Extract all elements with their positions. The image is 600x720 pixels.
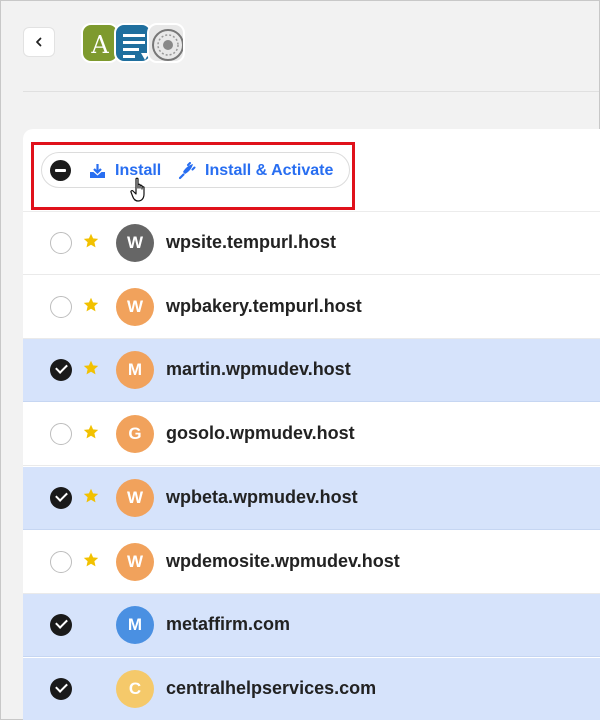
site-row[interactable]: Mmetaffirm.com	[23, 594, 600, 658]
star-icon[interactable]	[83, 297, 99, 313]
site-avatar: M	[116, 351, 154, 390]
site-row[interactable]: Wwpsite.tempurl.host	[23, 212, 600, 275]
row-checkbox[interactable]	[50, 359, 72, 382]
deselect-all-toggle[interactable]	[50, 160, 71, 181]
star-icon[interactable]	[83, 233, 99, 249]
bulk-actions-bar: Install Install & Activate	[41, 152, 350, 188]
star-icon[interactable]	[83, 424, 99, 440]
site-name: wpdemosite.wpmudev.host	[166, 550, 400, 571]
install-activate-label: Install & Activate	[205, 162, 334, 179]
site-name: centralhelpservices.com	[166, 677, 377, 698]
row-checkbox[interactable]	[50, 232, 72, 254]
site-avatar: M	[116, 606, 154, 645]
row-checkbox[interactable]	[50, 423, 72, 446]
back-button[interactable]	[23, 27, 55, 57]
site-row[interactable]: Ggosolo.wpmudev.host	[23, 403, 600, 467]
site-row[interactable]: Ccentralhelpservices.com	[23, 657, 600, 720]
chevron-left-icon	[36, 37, 42, 47]
site-avatar: C	[116, 669, 154, 708]
site-name: wpsite.tempurl.host	[166, 232, 337, 252]
site-row[interactable]: Wwpdemosite.wpmudev.host	[23, 531, 600, 594]
plugin-icon-letter: A	[91, 31, 109, 59]
download-icon	[90, 164, 105, 178]
site-name: metaffirm.com	[166, 614, 291, 635]
site-row[interactable]: Wwpbeta.wpmudev.host	[23, 466, 600, 530]
install-button[interactable]: Install	[89, 160, 161, 182]
row-checkbox[interactable]	[50, 486, 72, 509]
site-avatar: G	[116, 415, 154, 454]
star-icon[interactable]	[83, 488, 99, 504]
site-list-panel: Install Install & Activate Wwpsite.tempu…	[23, 129, 600, 720]
header-divider	[23, 91, 599, 92]
site-name: gosolo.wpmudev.host	[166, 423, 355, 444]
hand-cursor-icon	[130, 177, 145, 202]
site-avatar: W	[116, 478, 154, 517]
site-name: wpbeta.wpmudev.host	[166, 486, 358, 507]
site-avatar: W	[116, 287, 154, 326]
star-icon[interactable]	[83, 360, 99, 376]
row-checkbox[interactable]	[50, 295, 72, 318]
plugin-icon-seal	[147, 23, 185, 63]
site-name: martin.wpmudev.host	[166, 359, 351, 380]
row-checkbox[interactable]	[50, 550, 72, 573]
row-checkbox[interactable]	[50, 614, 72, 637]
site-row[interactable]: Mmartin.wpmudev.host	[23, 339, 600, 403]
install-activate-button[interactable]: Install & Activate	[178, 160, 333, 182]
site-name: wpbakery.tempurl.host	[166, 295, 362, 316]
site-avatar: W	[116, 542, 154, 581]
plug-icon	[178, 162, 196, 180]
row-checkbox[interactable]	[50, 677, 72, 700]
site-avatar: W	[116, 224, 154, 262]
bulk-toolbar-row: Install Install & Activate	[23, 129, 600, 212]
star-icon[interactable]	[83, 552, 99, 568]
site-row[interactable]: Wwpbakery.tempurl.host	[23, 276, 600, 339]
